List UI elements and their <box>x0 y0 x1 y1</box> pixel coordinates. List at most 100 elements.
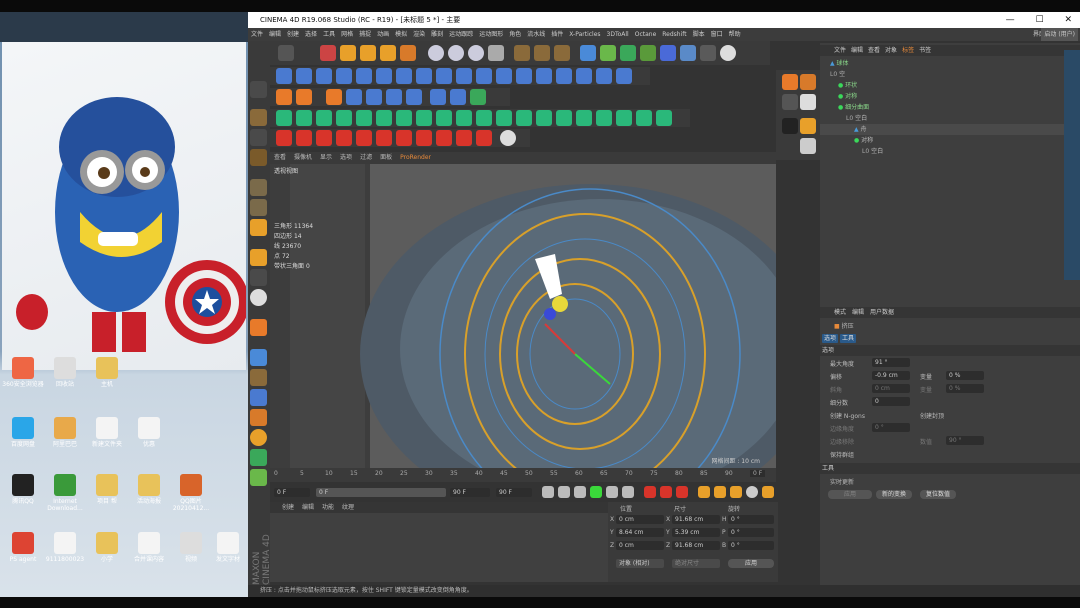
tool-icon[interactable] <box>416 68 432 84</box>
material-menu-item[interactable]: 功能 <box>322 504 342 511</box>
ngons-checkbox[interactable]: 创建 N-gons <box>830 411 865 420</box>
object-row[interactable]: ▲ 球体 <box>820 58 1080 69</box>
tool-icon[interactable] <box>516 68 532 84</box>
rot-b-field[interactable]: 0 ° <box>728 541 774 550</box>
axis-icon[interactable] <box>250 249 267 266</box>
tool-icon[interactable] <box>406 89 422 105</box>
maximize-button[interactable]: ☐ <box>1036 15 1044 25</box>
size-mode-select[interactable]: 绝对尺寸 <box>672 559 720 568</box>
tool-icon[interactable] <box>800 74 816 90</box>
tool-icon[interactable] <box>476 68 492 84</box>
object-menu-item[interactable]: 编辑 <box>851 47 868 54</box>
plugin-icon[interactable] <box>250 449 267 466</box>
close-button[interactable]: ✕ <box>1064 15 1072 25</box>
tool-icon[interactable] <box>556 110 572 126</box>
tool-icon[interactable] <box>596 68 612 84</box>
subdivision-field[interactable]: 0 <box>872 397 910 406</box>
snap-icon[interactable] <box>250 289 267 306</box>
object-row[interactable]: ● 对称 <box>820 91 1080 102</box>
object-menu-item[interactable]: 文件 <box>834 47 851 54</box>
tool-icon[interactable] <box>416 130 432 146</box>
object-row[interactable]: ● 环状 <box>820 80 1080 91</box>
tool-icon[interactable] <box>396 68 412 84</box>
apply-button[interactable]: 应用 <box>728 559 774 568</box>
menu-item[interactable]: 流水线 <box>524 31 548 38</box>
bevel-field[interactable]: 0 cm <box>872 384 910 393</box>
object-menu-item[interactable]: 对象 <box>885 47 902 54</box>
menu-item[interactable]: 脚本 <box>690 31 708 38</box>
coord-mode-select[interactable]: 对象 (相对) <box>616 559 664 568</box>
pen-icon[interactable] <box>600 45 616 61</box>
material-menu-item[interactable]: 编辑 <box>302 504 322 511</box>
keyframe-icon[interactable] <box>676 486 688 498</box>
generator-icon[interactable] <box>640 45 656 61</box>
menu-item[interactable]: 3DToAll <box>604 31 632 38</box>
model-mode-icon[interactable] <box>250 81 267 98</box>
grid-icon[interactable] <box>250 349 267 366</box>
tab-options[interactable]: 选项 <box>822 334 838 343</box>
record-icon[interactable] <box>644 486 656 498</box>
reset-values-button[interactable]: 复位数值 <box>920 490 956 499</box>
tool-icon[interactable] <box>356 68 372 84</box>
object-menu-item[interactable]: 书签 <box>919 47 931 54</box>
menu-item[interactable]: 窗口 <box>708 31 726 38</box>
tweak-icon[interactable] <box>250 269 267 286</box>
tool-icon[interactable] <box>576 68 592 84</box>
tool-icon[interactable] <box>456 130 472 146</box>
render-picture-icon[interactable] <box>534 45 550 61</box>
realtime-update-checkbox[interactable]: 实时更新 <box>830 477 854 486</box>
tool-icon[interactable] <box>476 130 492 146</box>
size-y-field[interactable]: 5.39 cm <box>672 528 720 537</box>
tool-icon[interactable] <box>276 68 292 84</box>
tool-icon[interactable] <box>376 110 392 126</box>
rotate-tool-icon[interactable] <box>380 45 396 61</box>
menu-item[interactable]: X-Particles <box>566 31 603 38</box>
tool-icon[interactable] <box>356 110 372 126</box>
tool-icon[interactable] <box>396 110 412 126</box>
move-tool-icon[interactable] <box>340 45 356 61</box>
recent-tool-icon[interactable] <box>400 45 416 61</box>
material-manager[interactable]: 创建 编辑 功能 纹理 <box>270 502 608 582</box>
desktop-icon[interactable]: PS agent <box>0 532 46 563</box>
object-row[interactable]: L0 空 <box>820 69 1080 80</box>
offset-field[interactable]: -0.9 cm <box>872 371 910 380</box>
tool-icon[interactable] <box>656 110 672 126</box>
plugin-icon[interactable] <box>250 469 267 486</box>
preview-range-slider[interactable]: 0 F <box>316 488 446 497</box>
tool-icon[interactable] <box>296 89 312 105</box>
desktop-icon[interactable]: 合并课内容 <box>126 532 172 563</box>
camera-icon[interactable] <box>700 45 716 61</box>
desktop-icon[interactable]: 百度网盘 <box>0 417 46 448</box>
object-menu-item[interactable]: 标签 <box>902 47 919 54</box>
menu-item[interactable]: 网格 <box>338 31 356 38</box>
menu-item[interactable]: 运动图形 <box>476 31 506 38</box>
subdivision-icon[interactable] <box>620 45 636 61</box>
material-menu-item[interactable]: 创建 <box>282 504 302 511</box>
viewport-menu-item[interactable]: 选项 <box>336 154 356 161</box>
menu-item[interactable]: Octane <box>632 31 660 38</box>
desktop-icon[interactable]: QQ图片20210412... <box>168 474 214 512</box>
deformer-icon[interactable] <box>660 45 676 61</box>
variance-field-2[interactable]: 0 % <box>946 384 984 393</box>
tool-icon[interactable] <box>296 68 312 84</box>
light-icon[interactable] <box>720 45 736 61</box>
menu-item[interactable]: 运动跟踪 <box>446 31 476 38</box>
autokey-icon[interactable] <box>660 486 672 498</box>
tab-tool[interactable]: 工具 <box>840 334 856 343</box>
polygons-mode-icon[interactable] <box>250 219 267 236</box>
menu-item[interactable]: 渲染 <box>410 31 428 38</box>
menu-item[interactable]: 雕刻 <box>428 31 446 38</box>
edge-remove-checkbox[interactable]: 边缘移除 <box>830 437 854 446</box>
object-row[interactable]: L0 空白 <box>820 146 1080 157</box>
viewport-menu-item[interactable]: 显示 <box>316 154 336 161</box>
object-row[interactable]: ● 对称 <box>820 135 1080 146</box>
tool-icon[interactable] <box>496 110 512 126</box>
texture-mode-icon[interactable] <box>250 109 267 126</box>
workplane-icon[interactable] <box>250 149 267 166</box>
pos-x-field[interactable]: 0 cm <box>616 515 664 524</box>
desktop-icon[interactable]: 腾讯QQ <box>0 474 46 505</box>
y-axis-icon[interactable] <box>448 45 464 61</box>
rotate-key-icon[interactable] <box>714 486 726 498</box>
tool-icon[interactable] <box>376 130 392 146</box>
tool-icon[interactable] <box>782 118 798 134</box>
